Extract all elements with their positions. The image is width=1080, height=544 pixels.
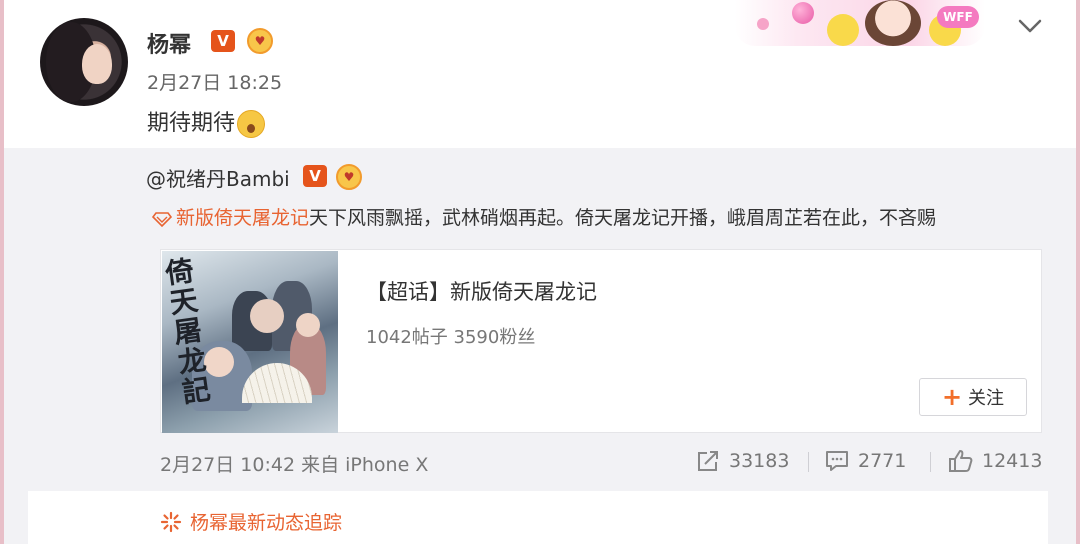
avatar-face bbox=[82, 44, 112, 84]
post-username[interactable]: 杨幂 bbox=[147, 27, 191, 59]
repost-text: 新版倚天屠龙记天下风雨飘摇，武林硝烟再起。倚天屠龙记开播，峨眉周芷若在此，不吝赐 bbox=[152, 203, 936, 230]
like-count: 12413 bbox=[982, 450, 1043, 472]
post-text-content: 期待期待 bbox=[147, 111, 236, 136]
card-stats: 1042帖子 3590粉丝 bbox=[366, 327, 536, 348]
follow-button-label: 关注 bbox=[968, 388, 1005, 409]
verified-icon: V bbox=[303, 165, 327, 187]
repost-text-content: 天下风雨飘摇，武林硝烟再起。倚天屠龙记开播，峨眉周芷若在此，不吝赐 bbox=[309, 207, 937, 229]
plus-icon: + bbox=[941, 383, 963, 411]
planet-icon bbox=[757, 18, 769, 30]
action-divider bbox=[930, 452, 931, 472]
topic-link[interactable]: 新版倚天屠龙记 bbox=[176, 207, 309, 229]
repost-count: 33183 bbox=[729, 450, 790, 472]
repost-button[interactable]: 33183 bbox=[695, 449, 789, 473]
fan-badge-icon: ♥ bbox=[336, 164, 362, 190]
comment-button[interactable]: 2771 bbox=[824, 449, 906, 473]
share-icon bbox=[698, 451, 718, 471]
super-topic-card[interactable]: 倚天屠龙記 bbox=[160, 249, 1042, 433]
decorative-banner: WFF bbox=[715, 0, 985, 50]
comment-count: 2771 bbox=[858, 450, 907, 472]
verified-icon: V bbox=[211, 30, 235, 52]
banner-portrait bbox=[865, 0, 921, 46]
repost-username[interactable]: @祝绪丹Bambi bbox=[146, 163, 290, 192]
thumbs-up-icon bbox=[949, 450, 973, 472]
card-poster-image[interactable]: 倚天屠龙記 bbox=[162, 251, 338, 433]
diamond-topic-icon bbox=[152, 212, 172, 227]
chick-icon bbox=[827, 14, 859, 46]
avatar[interactable] bbox=[40, 18, 128, 106]
card-title[interactable]: 【超话】新版倚天屠龙记 bbox=[366, 276, 597, 306]
tracker-link[interactable]: 杨幂最新动态追踪 bbox=[160, 508, 342, 535]
action-divider bbox=[808, 452, 809, 472]
banner-label: WFF bbox=[937, 6, 979, 28]
poster-face bbox=[204, 347, 234, 377]
repost-meta[interactable]: 2月27日 10:42 来自 iPhone X bbox=[160, 450, 428, 477]
sparkle-icon bbox=[160, 511, 182, 532]
post-text: 期待期待 bbox=[147, 105, 266, 138]
fan-badge-icon: ♥ bbox=[247, 28, 273, 54]
comment-icon bbox=[826, 451, 848, 471]
tracker-label: 杨幂最新动态追踪 bbox=[190, 512, 343, 534]
like-button[interactable]: 12413 bbox=[948, 449, 1042, 473]
poster-face bbox=[296, 313, 320, 337]
post-timestamp[interactable]: 2月27日 18:25 bbox=[147, 68, 282, 95]
chevron-down-icon[interactable] bbox=[1017, 14, 1043, 38]
right-frame-border bbox=[1076, 0, 1080, 544]
poster-calligraphy: 倚天屠龙記 bbox=[163, 253, 213, 410]
poster-face bbox=[250, 299, 284, 333]
balloon-icon bbox=[792, 2, 814, 24]
follow-button[interactable]: + 关注 bbox=[919, 378, 1027, 416]
surprised-face-icon bbox=[237, 110, 266, 138]
